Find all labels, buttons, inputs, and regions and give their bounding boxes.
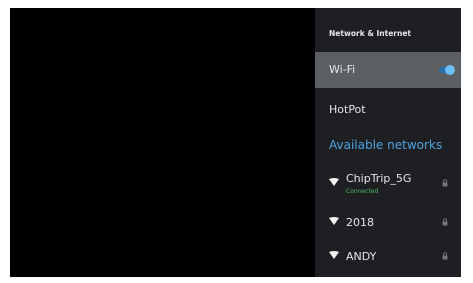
network-item-chiptrip-5g[interactable]: ChipTrip_5G Connected bbox=[315, 168, 461, 200]
hotspot-label: HotPot bbox=[329, 103, 366, 116]
network-name: ChipTrip_5G bbox=[346, 172, 412, 185]
hotspot-row[interactable]: HotPot bbox=[315, 92, 461, 128]
wifi-icon bbox=[329, 217, 339, 225]
wifi-toggle-switch[interactable] bbox=[439, 65, 455, 75]
available-networks-header: Available networks bbox=[315, 130, 461, 160]
tv-screen: Network & Internet Wi-Fi HotPot Availabl… bbox=[10, 8, 461, 277]
network-name: ANDY bbox=[346, 250, 377, 263]
network-item-andy[interactable]: ANDY bbox=[315, 241, 461, 273]
wifi-icon bbox=[329, 178, 339, 186]
network-status: Connected bbox=[346, 188, 379, 195]
wifi-toggle-row[interactable]: Wi-Fi bbox=[315, 52, 461, 88]
settings-side-panel: Network & Internet Wi-Fi HotPot Availabl… bbox=[315, 8, 461, 277]
network-item-2018[interactable]: 2018 bbox=[315, 207, 461, 239]
panel-title: Network & Internet bbox=[329, 29, 411, 38]
lock-icon bbox=[442, 252, 448, 260]
network-name: 2018 bbox=[346, 216, 374, 229]
lock-icon bbox=[442, 179, 448, 187]
wifi-label: Wi-Fi bbox=[329, 63, 356, 76]
available-networks-label: Available networks bbox=[329, 138, 443, 152]
content-area bbox=[10, 8, 315, 277]
wifi-icon bbox=[329, 251, 339, 259]
toggle-knob bbox=[445, 65, 455, 75]
lock-icon bbox=[442, 218, 448, 226]
